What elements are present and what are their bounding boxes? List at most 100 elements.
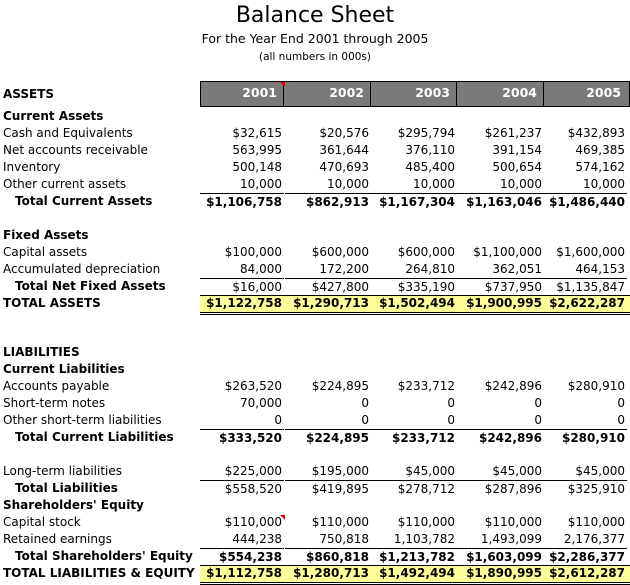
value-cell[interactable]: 10,000 <box>544 176 627 193</box>
year-header-cell[interactable]: 2002 <box>285 81 371 107</box>
value-cell[interactable]: 2,176,377 <box>544 531 627 548</box>
value-cell[interactable]: $1,112,758 <box>200 565 284 582</box>
value-cell[interactable]: 574,162 <box>544 159 627 176</box>
value-cell[interactable]: 563,995 <box>200 142 284 159</box>
value-cell[interactable]: $427,800 <box>285 278 371 295</box>
value-cell[interactable]: $224,895 <box>285 378 371 395</box>
comment-indicator-icon[interactable] <box>280 82 285 87</box>
value-cell[interactable]: 0 <box>200 412 284 429</box>
value-cell[interactable]: $558,520 <box>200 480 284 497</box>
value-cell[interactable]: 10,000 <box>371 176 457 193</box>
value-cell[interactable]: $1,486,440 <box>544 193 627 210</box>
value-cell[interactable]: $333,520 <box>200 429 284 446</box>
value-cell[interactable]: $600,000 <box>371 244 457 261</box>
value-cell[interactable]: 0 <box>457 395 544 412</box>
value-cell[interactable]: $110,000 <box>371 514 457 531</box>
value-cell[interactable]: 444,238 <box>200 531 284 548</box>
value-cell[interactable]: $110,000 <box>285 514 371 531</box>
value-cell[interactable]: $110,000 <box>200 514 284 531</box>
value-cell[interactable]: 0 <box>371 395 457 412</box>
value-cell[interactable]: 1,493,099 <box>457 531 544 548</box>
value-cell[interactable]: 10,000 <box>200 176 284 193</box>
value-cell[interactable]: 469,385 <box>544 142 627 159</box>
year-header-cell[interactable]: 2005 <box>544 81 627 107</box>
value-cell[interactable]: $1,213,782 <box>371 548 457 565</box>
value-cell[interactable]: 0 <box>285 395 371 412</box>
value-cell[interactable]: $280,910 <box>544 378 627 395</box>
value-cell[interactable]: $1,100,000 <box>457 244 544 261</box>
value-cell[interactable]: 362,051 <box>457 261 544 278</box>
value-cell[interactable]: $1,290,713 <box>285 295 371 312</box>
value-cell[interactable]: $1,122,758 <box>200 295 284 312</box>
value-cell[interactable]: 0 <box>285 412 371 429</box>
value-cell[interactable]: $225,000 <box>200 463 284 480</box>
value-cell[interactable]: $2,286,377 <box>544 548 627 565</box>
value-cell[interactable]: $1,492,494 <box>371 565 457 582</box>
value-cell[interactable]: $600,000 <box>285 244 371 261</box>
year-header-cell[interactable]: 2003 <box>371 81 457 107</box>
value-cell[interactable]: $110,000 <box>544 514 627 531</box>
value-cell[interactable]: $1,163,046 <box>457 193 544 210</box>
value-cell[interactable]: 376,110 <box>371 142 457 159</box>
value-cell[interactable]: 0 <box>544 395 627 412</box>
value-cell[interactable]: $1,106,758 <box>200 193 284 210</box>
value-cell[interactable]: $1,900,995 <box>457 295 544 312</box>
value-cell[interactable]: $325,910 <box>544 480 627 497</box>
value-cell[interactable]: 1,103,782 <box>371 531 457 548</box>
year-header-cell[interactable]: 2001 <box>200 81 284 107</box>
value-cell[interactable]: $419,895 <box>285 480 371 497</box>
value-cell[interactable]: $32,615 <box>200 125 284 142</box>
value-cell[interactable]: $195,000 <box>285 463 371 480</box>
value-cell[interactable]: $1,502,494 <box>371 295 457 312</box>
value-cell[interactable]: 84,000 <box>200 261 284 278</box>
value-cell[interactable]: $1,600,000 <box>544 244 627 261</box>
value-cell[interactable]: 172,200 <box>285 261 371 278</box>
value-cell[interactable]: $100,000 <box>200 244 284 261</box>
value-cell[interactable]: 470,693 <box>285 159 371 176</box>
value-cell[interactable]: $261,237 <box>457 125 544 142</box>
value-cell[interactable]: $45,000 <box>371 463 457 480</box>
value-cell[interactable]: 464,153 <box>544 261 627 278</box>
year-header-cell[interactable]: 2004 <box>457 81 544 107</box>
value-cell[interactable]: 10,000 <box>457 176 544 193</box>
value-cell[interactable]: $242,896 <box>457 429 544 446</box>
value-cell[interactable]: $295,794 <box>371 125 457 142</box>
value-cell[interactable]: $242,896 <box>457 378 544 395</box>
value-cell[interactable]: $1,890,995 <box>457 565 544 582</box>
value-cell[interactable]: 0 <box>457 412 544 429</box>
value-cell[interactable]: $860,818 <box>285 548 371 565</box>
value-cell[interactable]: 500,654 <box>457 159 544 176</box>
value-cell[interactable]: 361,644 <box>285 142 371 159</box>
value-cell[interactable]: 500,148 <box>200 159 284 176</box>
value-cell[interactable]: $233,712 <box>371 429 457 446</box>
value-cell[interactable]: $280,910 <box>544 429 627 446</box>
comment-indicator-icon[interactable] <box>280 515 285 520</box>
value-cell[interactable]: 750,818 <box>285 531 371 548</box>
value-cell[interactable]: $1,135,847 <box>544 278 627 295</box>
value-cell[interactable]: $287,896 <box>457 480 544 497</box>
value-cell[interactable]: $224,895 <box>285 429 371 446</box>
value-cell[interactable]: $1,280,713 <box>285 565 371 582</box>
value-cell[interactable]: $45,000 <box>457 463 544 480</box>
value-cell[interactable]: $335,190 <box>371 278 457 295</box>
value-cell[interactable]: $1,603,099 <box>457 548 544 565</box>
value-cell[interactable]: $45,000 <box>544 463 627 480</box>
value-cell[interactable]: $554,238 <box>200 548 284 565</box>
value-cell[interactable]: 0 <box>544 412 627 429</box>
value-cell[interactable]: $263,520 <box>200 378 284 395</box>
value-cell[interactable]: 264,810 <box>371 261 457 278</box>
value-cell[interactable]: 485,400 <box>371 159 457 176</box>
value-cell[interactable]: $110,000 <box>457 514 544 531</box>
value-cell[interactable]: $862,913 <box>285 193 371 210</box>
value-cell[interactable]: $233,712 <box>371 378 457 395</box>
value-cell[interactable]: $432,893 <box>544 125 627 142</box>
value-cell[interactable]: $278,712 <box>371 480 457 497</box>
value-cell[interactable]: $20,576 <box>285 125 371 142</box>
value-cell[interactable]: $16,000 <box>200 278 284 295</box>
value-cell[interactable]: 391,154 <box>457 142 544 159</box>
value-cell[interactable]: 10,000 <box>285 176 371 193</box>
value-cell[interactable]: $2,622,287 <box>544 295 627 312</box>
value-cell[interactable]: 0 <box>371 412 457 429</box>
value-cell[interactable]: $2,612,287 <box>544 565 627 582</box>
value-cell[interactable]: $1,167,304 <box>371 193 457 210</box>
